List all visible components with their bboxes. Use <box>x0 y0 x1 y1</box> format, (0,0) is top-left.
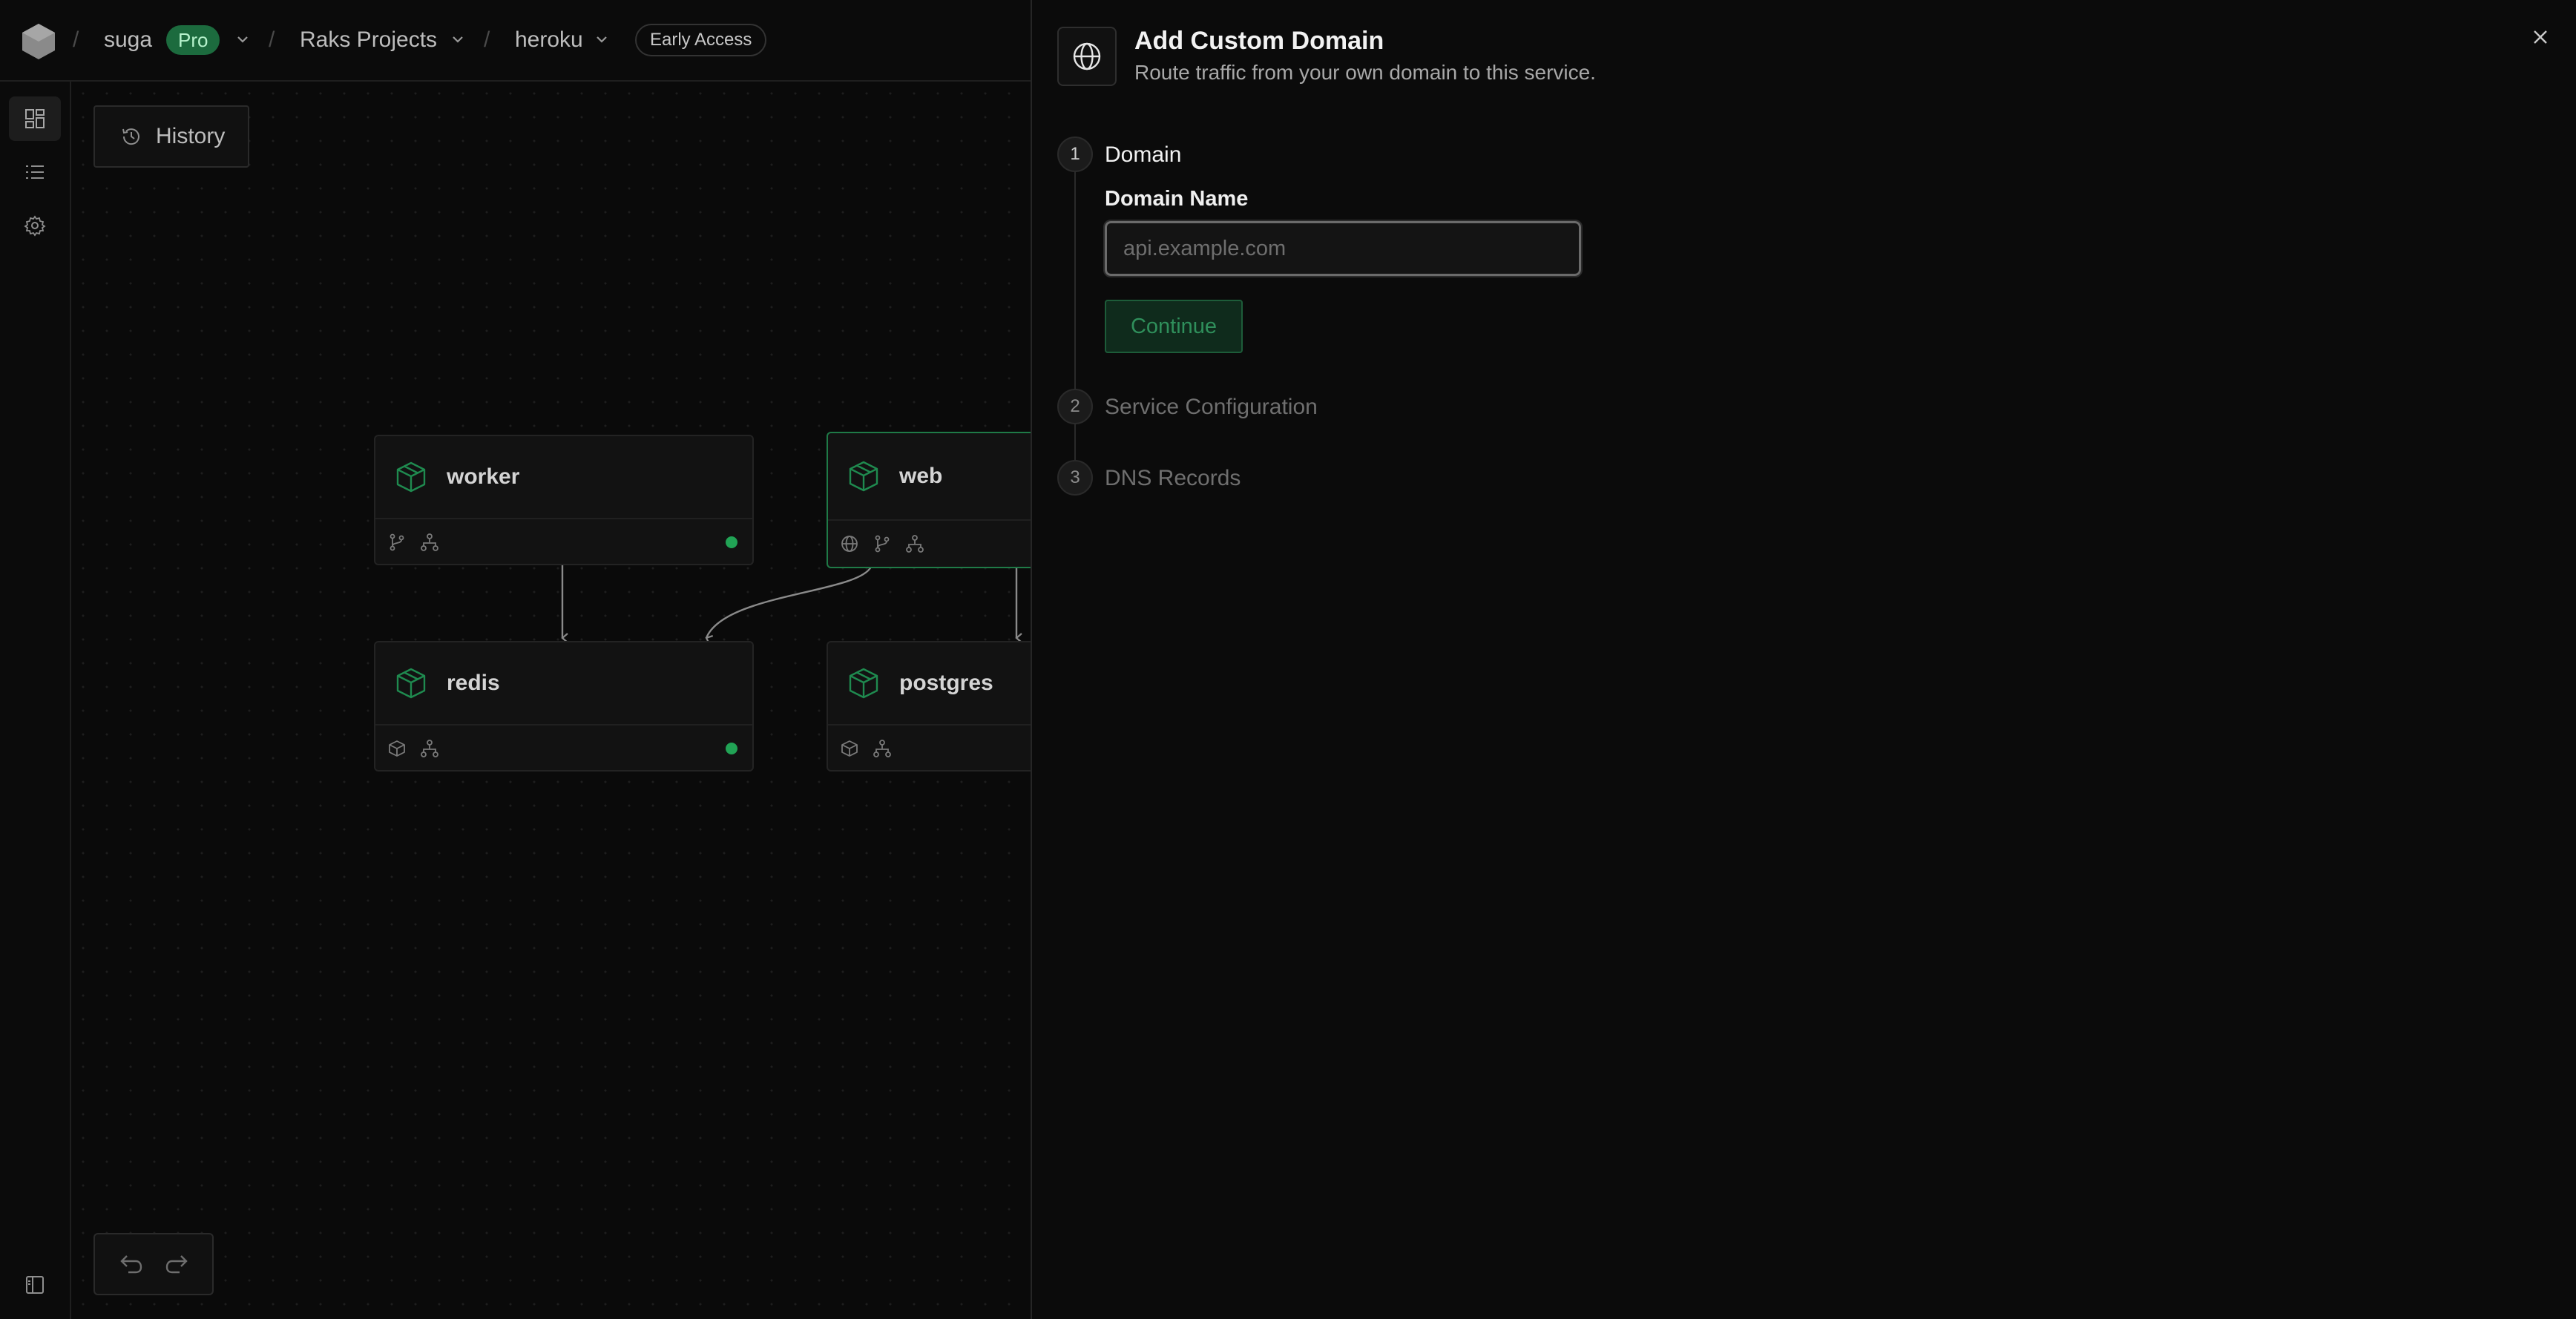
service-node-postgres[interactable]: postgres <box>827 641 1031 772</box>
service-node-web[interactable]: web <box>827 432 1031 568</box>
node-title: worker <box>447 464 520 489</box>
edge-web-redis <box>705 566 873 645</box>
continue-button[interactable]: Continue <box>1105 300 1243 353</box>
list-icon <box>26 165 44 179</box>
chevron-down-icon[interactable] <box>594 31 610 47</box>
add-custom-domain-panel: Add Custom Domain Route traffic from you… <box>1031 0 2576 1319</box>
step-3-number: 3 <box>1057 460 1093 496</box>
architecture-canvas[interactable]: History worker web redis postgres <box>71 82 1031 1319</box>
step-3-label: DNS Records <box>1105 466 1241 490</box>
panel-title: Add Custom Domain <box>1134 27 1384 55</box>
container-box-icon <box>849 461 878 492</box>
network-icon <box>421 740 438 757</box>
toggle-sidebar-button[interactable] <box>9 1263 61 1307</box>
network-icon <box>906 535 924 553</box>
nav-dashboard[interactable] <box>9 96 61 141</box>
domain-name-input[interactable] <box>1103 220 1583 277</box>
sidebar-panel-icon <box>26 1276 44 1294</box>
network-icon <box>873 740 891 757</box>
container-box-icon <box>849 668 878 699</box>
image-box-icon <box>841 740 858 757</box>
chevron-down-icon[interactable] <box>234 31 251 47</box>
service-node-redis[interactable]: redis <box>374 641 754 772</box>
redo-icon[interactable] <box>163 1249 193 1279</box>
status-online-dot <box>726 743 737 754</box>
git-branch-icon <box>390 533 404 551</box>
gear-icon <box>24 215 46 237</box>
domain-name-label: Domain Name <box>1105 187 1249 211</box>
breadcrumb-separator: / <box>484 27 490 52</box>
org-name[interactable]: suga <box>104 27 152 53</box>
left-sidebar <box>0 82 71 1319</box>
suga-logo-icon[interactable] <box>19 22 58 61</box>
nav-list[interactable] <box>9 150 61 194</box>
network-icon <box>421 533 438 551</box>
image-box-icon <box>389 740 405 757</box>
status-online-dot <box>726 536 737 548</box>
container-box-icon <box>396 461 426 493</box>
git-branch-icon <box>875 535 890 553</box>
project-name[interactable]: Raks Projects <box>300 27 437 53</box>
step-1-label: Domain <box>1105 142 1182 167</box>
nav-settings[interactable] <box>9 203 61 248</box>
app-name[interactable]: heroku <box>515 27 583 53</box>
close-icon <box>2534 30 2547 44</box>
early-access-badge: Early Access <box>635 24 767 56</box>
node-title: web <box>899 464 943 488</box>
history-button[interactable]: History <box>93 105 249 168</box>
plan-badge: Pro <box>166 25 220 55</box>
breadcrumb-separator: / <box>269 27 275 52</box>
stepper-line <box>1074 171 1076 482</box>
close-panel-button[interactable] <box>2526 22 2555 52</box>
step-1-number: 1 <box>1057 136 1093 172</box>
container-box-icon <box>396 668 426 699</box>
globe-icon <box>841 536 858 552</box>
globe-icon <box>1073 42 1101 70</box>
chevron-down-icon[interactable] <box>450 31 466 47</box>
step-2-label: Service Configuration <box>1105 395 1318 419</box>
panel-header-icon <box>1057 27 1117 86</box>
service-node-worker[interactable]: worker <box>374 435 754 565</box>
undo-redo-controls <box>93 1233 214 1295</box>
undo-icon[interactable] <box>115 1249 145 1279</box>
panel-subtitle: Route traffic from your own domain to th… <box>1134 61 1596 84</box>
node-title: redis <box>447 671 500 695</box>
history-label: History <box>156 124 226 148</box>
node-title: postgres <box>899 671 993 695</box>
dashboard-grid-icon <box>25 109 45 128</box>
top-bar: / suga Pro / Raks Projects / heroku Earl… <box>0 0 1031 82</box>
breadcrumb-separator: / <box>73 27 79 52</box>
history-clock-icon <box>122 128 139 145</box>
step-2-number: 2 <box>1057 389 1093 424</box>
